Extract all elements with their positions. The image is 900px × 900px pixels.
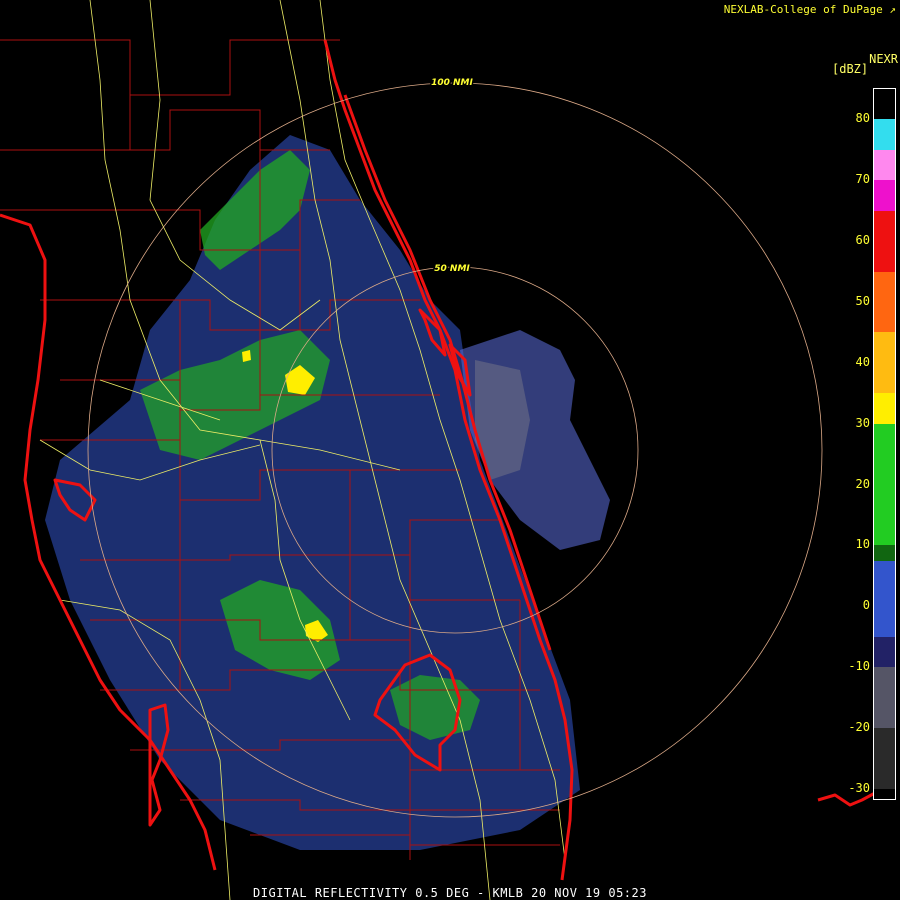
color-scale-segment: [874, 560, 895, 638]
color-scale-tick-label: 30: [855, 415, 870, 430]
color-scale-tick-label: 40: [855, 354, 870, 369]
range-ring-label-50: 50 NMI: [434, 264, 470, 274]
color-scale-segment: [874, 119, 895, 151]
color-scale-segment: [874, 423, 895, 546]
color-scale-tick-label: 0: [862, 598, 870, 613]
product-footer: DIGITAL REFLECTIVITY 0.5 DEG - KMLB 20 N…: [253, 886, 647, 900]
legend-title: NEXR: [869, 52, 898, 66]
color-scale-tick-label: 10: [855, 537, 870, 552]
color-scale-tick-label: -30: [848, 780, 870, 795]
echo-yellow-core-3: [242, 350, 251, 362]
color-scale-segment: [874, 271, 895, 333]
color-scale-tick-label: 60: [855, 233, 870, 248]
credit-label: NEXLAB-College of DuPage: [723, 3, 883, 16]
color-scale-tick-label: 70: [855, 172, 870, 187]
color-scale-segment: [874, 149, 895, 181]
color-scale-segment: [874, 180, 895, 212]
color-scale-tick-label: -20: [848, 719, 870, 734]
color-scale-segment: [874, 788, 895, 799]
range-ring-label-100: 100 NMI: [431, 78, 473, 88]
color-scale-segment: [874, 210, 895, 273]
color-scale-segment: [874, 332, 895, 394]
color-scale-tick-label: 80: [855, 111, 870, 126]
color-scale-segment: [874, 545, 895, 562]
color-scale-segment: [874, 727, 895, 790]
radar-map: 100 NMI 50 NMI: [0, 0, 900, 900]
color-scale-tick-label: -10: [848, 659, 870, 674]
color-scale-bar: [873, 88, 896, 800]
color-scale-segment: [874, 393, 895, 425]
credit-text: NEXLAB-College of DuPage ↗: [724, 3, 896, 16]
color-scale-tick-label: 20: [855, 476, 870, 491]
legend-unit: [dBZ]: [832, 62, 869, 76]
color-scale-segment: [874, 636, 895, 668]
external-link-icon: ↗: [889, 3, 896, 16]
color-scale-tick-label: 50: [855, 293, 870, 308]
color-scale-segment: [874, 89, 895, 120]
color-scale-segment: [874, 667, 895, 729]
